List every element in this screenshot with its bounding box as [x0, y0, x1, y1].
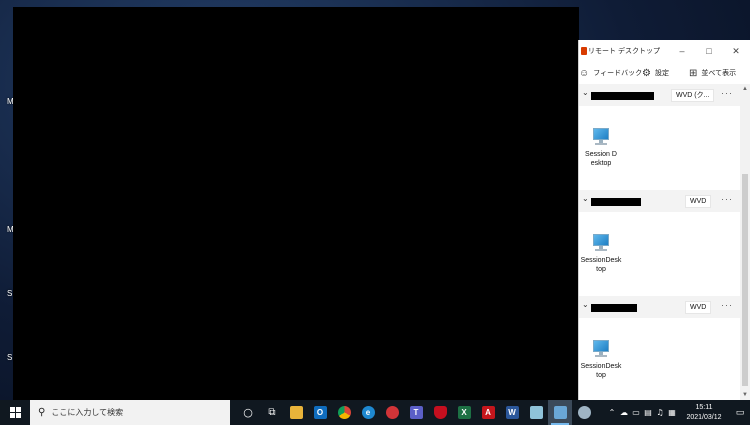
clock-time: 15:11 — [695, 403, 713, 411]
acrobat-icon[interactable]: A — [476, 400, 500, 425]
chevron-up-icon[interactable]: ⌃ — [606, 400, 618, 425]
more-options-icon[interactable]: ··· — [721, 300, 733, 310]
desktop-pc-icon — [590, 338, 612, 360]
workspace-list: ⌄ WVD (ク... ··· Session Desktop ⌄ WVD ··… — [579, 84, 750, 400]
search-input[interactable]: ⚲ ここに入力して検索 — [30, 400, 230, 425]
desktop-icon-label[interactable]: S — [7, 353, 12, 362]
remote-desktop-icon[interactable] — [548, 400, 572, 425]
smiley-icon: ☺ — [579, 67, 590, 79]
battery-icon[interactable]: ▭ — [630, 400, 642, 425]
file-explorer-icon[interactable] — [284, 400, 308, 425]
session-label: SessionDesktop — [580, 363, 622, 379]
windows-logo-icon — [10, 407, 21, 418]
title-bar[interactable]: リモート デスクトップ – □ ✕ — [579, 40, 750, 62]
workspace-group: ⌄ WVD ··· SessionDesktop — [579, 296, 741, 379]
app-red-icon[interactable] — [380, 400, 404, 425]
more-options-icon[interactable]: ··· — [721, 194, 733, 204]
black-window — [13, 7, 579, 400]
outlook-icon[interactable]: O — [308, 400, 332, 425]
settings-button[interactable]: ⚙ 設定 — [642, 64, 669, 82]
feedback-label: フィードバック — [593, 70, 643, 77]
workspace-group: ⌄ WVD ··· SessionDesktop — [579, 190, 741, 273]
taskbar-apps: ○ ⧉ O e T X A W — [236, 400, 596, 425]
gear-icon: ⚙ — [642, 67, 651, 79]
session-label: Session Desktop — [585, 151, 617, 167]
workspace-badge: WVD — [685, 195, 712, 208]
scroll-up-icon[interactable]: ▲ — [740, 84, 750, 94]
desktop-pc-icon — [590, 232, 612, 254]
search-icon: ⚲ — [38, 407, 46, 418]
desktop-icon-label[interactable]: S — [7, 289, 12, 298]
chevron-down-icon[interactable]: ⌄ — [582, 300, 589, 309]
workspace-header[interactable]: ⌄ WVD ··· — [579, 296, 741, 318]
taskbar: ⚲ ここに入力して検索 ○ ⧉ O e T X A W ⌃ ☁ ▭ ▤ ♫ ▦ … — [0, 400, 750, 425]
workspace-badge: WVD — [685, 301, 712, 314]
ime-icon[interactable]: ▦ — [666, 400, 678, 425]
redacted-workspace-name — [591, 304, 637, 312]
session-tile[interactable]: SessionDesktop — [579, 338, 626, 380]
system-tray: ⌃ ☁ ▭ ▤ ♫ ▦ 15:11 2021/03/12 ▭ — [606, 400, 750, 425]
more-options-icon[interactable]: ··· — [721, 88, 733, 98]
redacted-workspace-name — [591, 198, 641, 206]
toolbar: ☺ フィードバック ⚙ 設定 ⊞ 並べて表示 — [579, 62, 750, 84]
notification-icon[interactable]: ▭ — [730, 400, 750, 425]
minimize-icon[interactable]: – — [673, 43, 691, 59]
redacted-workspace-name — [591, 92, 654, 100]
start-button[interactable] — [0, 400, 30, 425]
chrome-icon[interactable] — [332, 400, 356, 425]
teams-icon[interactable]: T — [404, 400, 428, 425]
session-tile[interactable]: SessionDesktop — [579, 232, 626, 274]
word-icon[interactable]: W — [500, 400, 524, 425]
search-placeholder: ここに入力して検索 — [51, 408, 124, 417]
volume-icon[interactable]: ♫ — [654, 400, 666, 425]
tile-view-label: 並べて表示 — [701, 70, 737, 77]
scrollbar[interactable]: ▲ ▼ — [740, 84, 750, 400]
settings-label: 設定 — [654, 70, 669, 77]
chevron-down-icon[interactable]: ⌄ — [582, 194, 589, 203]
workspace-header[interactable]: ⌄ WVD (ク... ··· — [579, 84, 741, 106]
workspace-header[interactable]: ⌄ WVD ··· — [579, 190, 741, 212]
remote-desktop-window: リモート デスクトップ – □ ✕ ☺ フィードバック ⚙ 設定 ⊞ 並べて表示… — [578, 40, 750, 400]
tile-view-button[interactable]: ⊞ 並べて表示 — [689, 64, 736, 82]
edge-icon[interactable]: e — [356, 400, 380, 425]
onedrive-icon[interactable]: ☁ — [618, 400, 630, 425]
chevron-down-icon[interactable]: ⌄ — [582, 88, 589, 97]
task-view-icon[interactable]: ⧉ — [260, 400, 284, 425]
clock-date: 2021/03/12 — [686, 413, 722, 421]
snipping-icon[interactable] — [572, 400, 596, 425]
session-tile[interactable]: Session Desktop — [579, 126, 626, 168]
session-label: SessionDesktop — [580, 257, 622, 273]
workspace-badge: WVD (ク... — [671, 89, 715, 102]
workspace-group: ⌄ WVD (ク... ··· Session Desktop — [579, 84, 741, 167]
cortana-icon[interactable]: ○ — [236, 400, 260, 425]
remote-desktop-app-icon — [581, 47, 587, 55]
notepad-icon[interactable] — [524, 400, 548, 425]
scrollbar-thumb[interactable] — [742, 174, 748, 386]
scroll-down-icon[interactable]: ▼ — [740, 390, 750, 400]
grid-icon: ⊞ — [689, 67, 698, 79]
window-title: リモート デスクトップ — [588, 48, 660, 55]
shield-app-icon[interactable] — [428, 400, 452, 425]
feedback-button[interactable]: ☺ フィードバック — [579, 64, 642, 82]
maximize-icon[interactable]: □ — [700, 43, 718, 59]
close-icon[interactable]: ✕ — [727, 43, 745, 59]
excel-icon[interactable]: X — [452, 400, 476, 425]
clock[interactable]: 15:11 2021/03/12 — [682, 403, 726, 423]
network-icon[interactable]: ▤ — [642, 400, 654, 425]
desktop-pc-icon — [590, 126, 612, 148]
